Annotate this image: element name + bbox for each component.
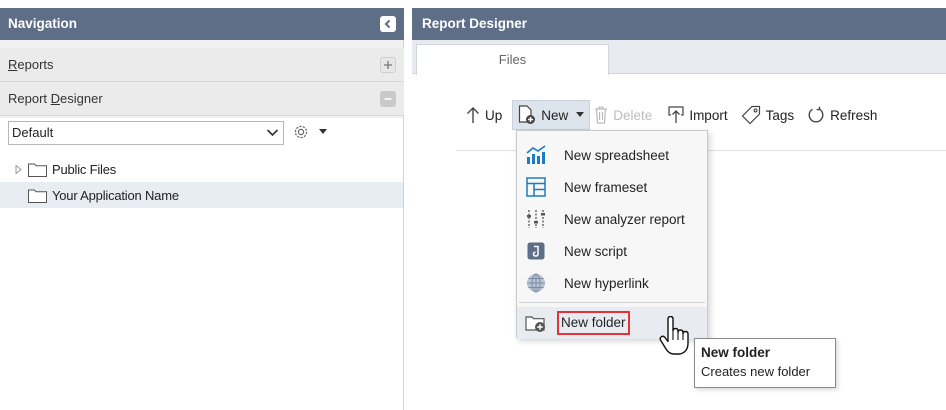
new-file-icon (519, 105, 536, 124)
menu-separator (519, 302, 705, 303)
chevron-left-icon (384, 19, 391, 29)
refresh-icon (808, 106, 824, 123)
spreadsheet-icon (525, 144, 547, 166)
tab-files[interactable]: Files (416, 44, 609, 75)
tree-item-your-application-name[interactable]: Your Application Name (0, 182, 403, 208)
tags-button-label: Tags (765, 107, 795, 123)
minus-icon (384, 98, 392, 100)
arrow-up-icon (467, 107, 479, 123)
new-button-label: New (541, 107, 569, 123)
tree-item-label: Your Application Name (52, 187, 179, 203)
expand-reports-button[interactable] (380, 57, 396, 73)
folder-icon (28, 162, 47, 177)
repository-select[interactable]: Default (8, 121, 284, 145)
menu-item-label: New script (564, 243, 628, 259)
refresh-button[interactable]: Refresh (803, 100, 881, 130)
tag-icon (741, 105, 760, 125)
menu-item-new-frameset[interactable]: New frameset (517, 171, 707, 203)
report-designer-title: Report Designer (422, 16, 528, 31)
tree-item-label: Public Files (52, 161, 117, 177)
menu-item-new-hyperlink[interactable]: New hyperlink (517, 267, 707, 299)
repository-select-value: Default (12, 125, 54, 140)
gear-icon (294, 125, 308, 139)
menu-item-label: New spreadsheet (564, 147, 670, 163)
tooltip-description: Creates new folder (701, 364, 811, 379)
menu-item-new-script[interactable]: New script (517, 235, 707, 267)
nav-section-reports[interactable]: Reports (0, 48, 404, 82)
navigation-title: Navigation (8, 16, 78, 31)
analyzer-icon (525, 208, 547, 230)
new-dropdown-menu: New spreadsheet New frameset New analyze… (516, 130, 708, 339)
collapse-navigation-button[interactable] (380, 16, 396, 32)
up-button[interactable]: Up (462, 100, 506, 130)
frameset-icon (525, 176, 547, 198)
import-icon (668, 106, 684, 123)
expand-arrow-icon[interactable] (12, 164, 24, 174)
collapse-report-designer-button[interactable] (380, 91, 396, 107)
delete-button[interactable]: Delete (590, 100, 656, 130)
nav-section-report-designer-label: Report Designer (8, 91, 103, 106)
import-button-label: Import (689, 107, 728, 123)
file-toolbar: Up New Delete Import Tags Refresh (462, 100, 881, 130)
tags-button[interactable]: Tags (737, 100, 799, 130)
script-icon (525, 240, 547, 262)
new-button[interactable]: New (512, 100, 591, 130)
tooltip: New folder Creates new folder (694, 338, 836, 388)
trash-icon (595, 106, 608, 124)
new-folder-icon (525, 312, 547, 334)
settings-menu-button[interactable] (292, 123, 327, 141)
caret-down-icon (576, 112, 585, 117)
up-button-label: Up (485, 107, 503, 123)
menu-item-label: New folder (557, 311, 630, 335)
tab-strip: Files (412, 40, 946, 75)
nav-section-report-designer[interactable]: Report Designer (0, 82, 404, 116)
menu-item-label: New analyzer report (564, 211, 685, 227)
plus-icon (384, 61, 392, 69)
globe-icon (525, 272, 547, 294)
tooltip-title: New folder (701, 345, 771, 360)
folder-icon (28, 188, 47, 203)
menu-item-new-analyzer-report[interactable]: New analyzer report (517, 203, 707, 235)
caret-down-icon (319, 129, 327, 134)
import-button[interactable]: Import (664, 100, 731, 130)
nav-section-reports-label: Reports (8, 57, 54, 72)
menu-item-new-spreadsheet[interactable]: New spreadsheet (517, 139, 707, 171)
chevron-down-icon (266, 127, 279, 138)
report-designer-header: Report Designer (412, 8, 946, 40)
navigation-header: Navigation (0, 8, 404, 40)
delete-button-label: Delete (613, 107, 653, 123)
menu-item-label: New frameset (564, 179, 648, 195)
refresh-button-label: Refresh (830, 107, 878, 123)
menu-item-label: New hyperlink (564, 275, 649, 291)
tree-item-public-files[interactable]: Public Files (0, 156, 403, 182)
hand-pointer-cursor-icon (658, 316, 694, 356)
